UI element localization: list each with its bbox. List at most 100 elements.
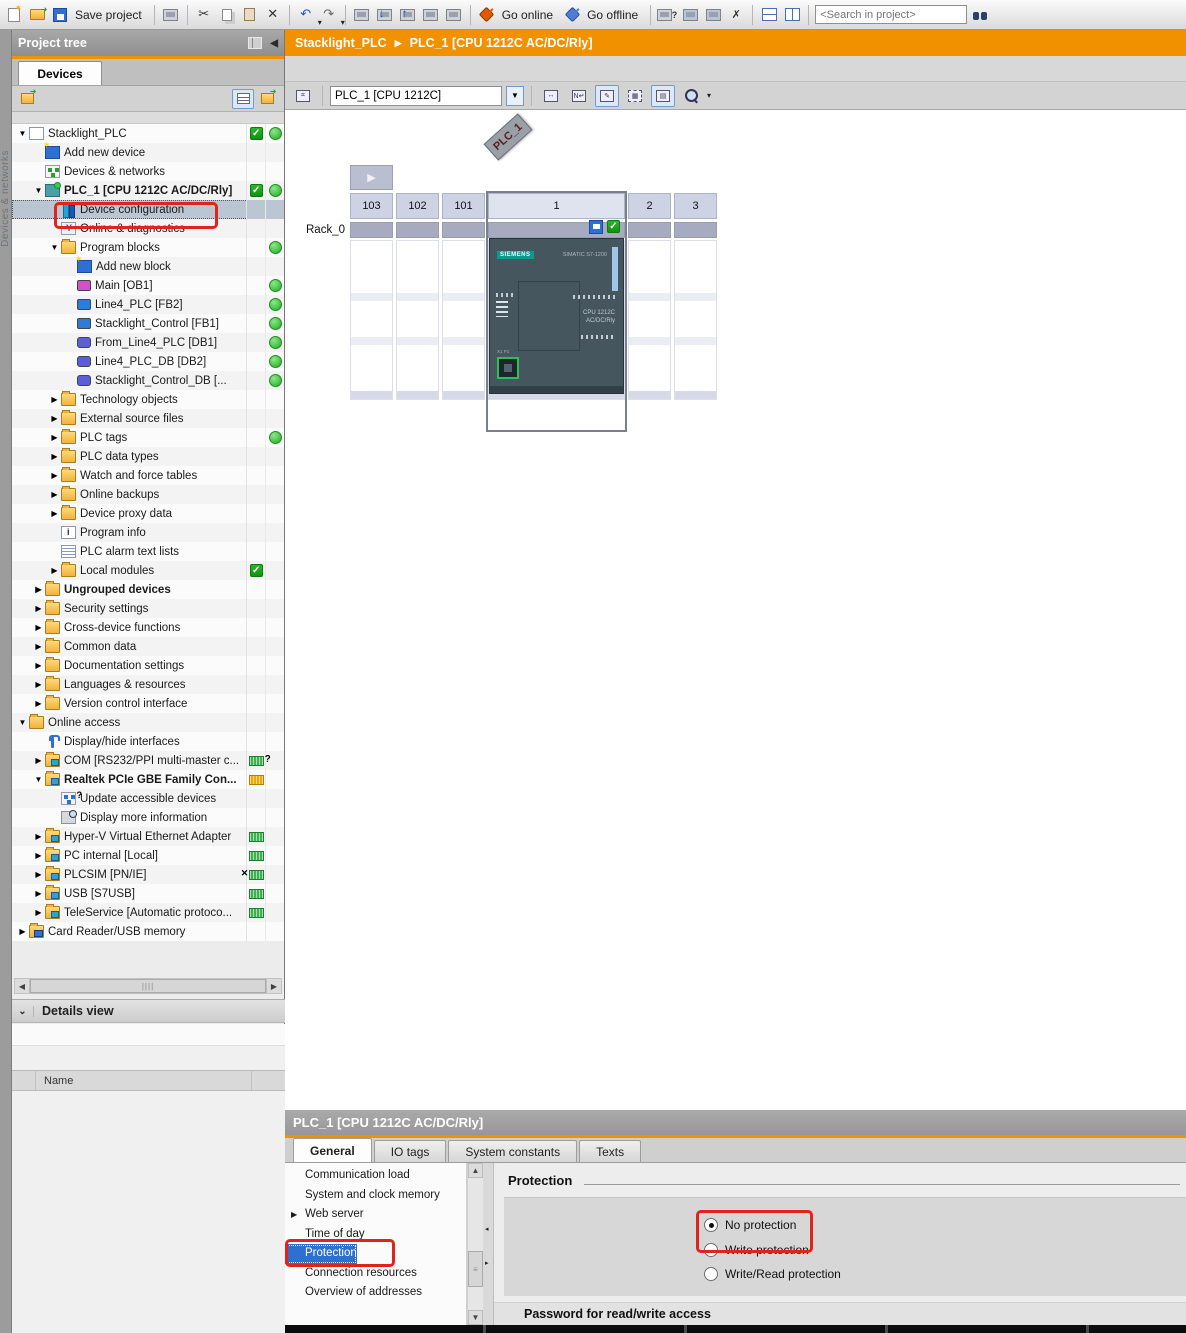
radio-button-icon[interactable] xyxy=(704,1218,718,1232)
tree-item[interactable]: Stacklight_Control_DB [... xyxy=(12,371,284,390)
tree-item[interactable]: ▶Watch and force tables xyxy=(12,466,284,485)
slot-cell[interactable] xyxy=(442,240,485,400)
cut-icon[interactable]: ✂ xyxy=(194,5,214,25)
tree-item[interactable]: ▼Stacklight_PLC✓ xyxy=(12,124,284,143)
expanded-arrow-icon[interactable]: ▼ xyxy=(32,775,45,784)
slot-cell[interactable] xyxy=(396,240,439,400)
radio-write-protection[interactable]: Write protection xyxy=(704,1243,809,1257)
tree-item[interactable]: Line4_PLC_DB [DB2] xyxy=(12,352,284,371)
tree-item[interactable]: ▶USB [S7USB] xyxy=(12,884,284,903)
collapsed-arrow-icon[interactable]: ▶ xyxy=(32,889,45,898)
tree-item[interactable]: ▶PLC data types xyxy=(12,447,284,466)
tree-item[interactable]: ▼Realtek PCIe GBE Family Con... xyxy=(12,770,284,789)
collapsed-arrow-icon[interactable]: ▶ xyxy=(32,832,45,841)
collapsed-arrow-icon[interactable]: ▶ xyxy=(32,585,45,594)
device-select-dropdown-icon[interactable]: ▼ xyxy=(506,86,524,106)
collapsed-arrow-icon[interactable]: ▶ xyxy=(48,490,61,499)
rack-expand-icon[interactable]: ▶ xyxy=(350,165,393,190)
slot-header[interactable]: 2 xyxy=(628,193,671,219)
start-simulation-icon[interactable] xyxy=(680,5,700,25)
tree-item[interactable]: ▶Device proxy data xyxy=(12,504,284,523)
find-in-project-icon[interactable] xyxy=(970,5,990,25)
breadcrumb-project[interactable]: Stacklight_PLC xyxy=(295,36,387,50)
expanded-arrow-icon[interactable]: ▼ xyxy=(16,718,29,727)
scroll-left-icon[interactable]: ◀ xyxy=(15,979,30,993)
tree-item[interactable]: ▼PLC_1 [CPU 1212C AC/DC/Rly]✓ xyxy=(12,181,284,200)
tree-item[interactable]: ▶Version control interface xyxy=(12,694,284,713)
collapsed-arrow-icon[interactable]: ▶ xyxy=(291,1205,297,1225)
scroll-down-icon[interactable]: ▼ xyxy=(468,1310,483,1325)
tree-item[interactable]: ▶PC internal [Local] xyxy=(12,846,284,865)
horizontal-split-icon[interactable] xyxy=(759,5,779,25)
tab-system-constants[interactable]: System constants xyxy=(448,1140,577,1162)
panel-windows-icon[interactable] xyxy=(248,37,262,49)
tree-item[interactable]: ▼Program blocks xyxy=(12,238,284,257)
measure-icon[interactable]: ↔ xyxy=(539,85,563,107)
tree-item[interactable]: Main [OB1] xyxy=(12,276,284,295)
tree-item[interactable]: Stacklight_Control [FB1] xyxy=(12,314,284,333)
tree-item[interactable]: Add new block xyxy=(12,257,284,276)
stop-cpu-icon[interactable] xyxy=(444,5,464,25)
stop-simulation-icon[interactable] xyxy=(703,5,723,25)
upload-from-device-icon[interactable] xyxy=(398,5,418,25)
tree-item[interactable]: ▼Online access xyxy=(12,713,284,732)
tree-details-view-icon[interactable] xyxy=(232,89,254,109)
cross-references-icon[interactable]: ✗ xyxy=(726,5,746,25)
tree-item[interactable]: Update accessible devices xyxy=(12,789,284,808)
radio-write-read-protection[interactable]: Write/Read protection xyxy=(704,1267,841,1281)
tree-item[interactable]: ▶PLC tags xyxy=(12,428,284,447)
nav-item-time-of-day[interactable]: Time of day xyxy=(285,1225,466,1245)
expanded-arrow-icon[interactable]: ▼ xyxy=(32,186,45,195)
slot-cell[interactable] xyxy=(674,240,717,400)
slot-cell[interactable] xyxy=(350,240,393,400)
slot-header[interactable]: 102 xyxy=(396,193,439,219)
collapsed-arrow-icon[interactable]: ▶ xyxy=(48,433,61,442)
search-input[interactable] xyxy=(815,5,967,24)
collapsed-arrow-icon[interactable]: ▶ xyxy=(48,452,61,461)
collapsed-arrow-icon[interactable]: ▶ xyxy=(32,870,45,879)
tree-item[interactable]: ▶Local modules✓ xyxy=(12,561,284,580)
tab-io-tags[interactable]: IO tags xyxy=(374,1140,447,1162)
edit-labels-icon[interactable]: ✎ xyxy=(595,85,619,107)
scroll-up-icon[interactable]: ▲ xyxy=(468,1163,483,1178)
breadcrumb-device[interactable]: PLC_1 [CPU 1212C AC/DC/Rly] xyxy=(410,36,593,50)
tree-item[interactable]: ▶Cross-device functions xyxy=(12,618,284,637)
show-labels-icon[interactable]: N↵ xyxy=(567,85,591,107)
tree-item[interactable]: ▶Ungrouped devices xyxy=(12,580,284,599)
tree-item[interactable]: ▶PLCSIM [PN/IE] xyxy=(12,865,284,884)
collapsed-arrow-icon[interactable]: ▶ xyxy=(32,642,45,651)
nav-scrollbar[interactable]: ▲ ≡ ▼ xyxy=(467,1163,483,1325)
radio-button-icon[interactable] xyxy=(704,1267,718,1281)
collapse-panel-icon[interactable]: ◀ xyxy=(270,38,278,49)
accessible-devices-icon[interactable]: ? xyxy=(657,5,677,25)
collapsed-arrow-icon[interactable]: ▶ xyxy=(32,908,45,917)
collapsed-arrow-icon[interactable]: ▶ xyxy=(32,851,45,860)
zoom-icon[interactable] xyxy=(679,85,703,107)
print-icon[interactable] xyxy=(161,5,181,25)
tree-item[interactable]: Display more information xyxy=(12,808,284,827)
slot-header[interactable]: 3 xyxy=(674,193,717,219)
collapsed-arrow-icon[interactable]: ▶ xyxy=(32,699,45,708)
expanded-arrow-icon[interactable]: ▼ xyxy=(48,243,61,252)
tree-item[interactable]: ▶Technology objects xyxy=(12,390,284,409)
go-online-button[interactable]: Go online xyxy=(502,8,553,22)
chevron-down-icon[interactable]: ⌄ xyxy=(12,1006,34,1017)
tree-item[interactable]: ▶Online backups xyxy=(12,485,284,504)
delete-icon[interactable]: ✕ xyxy=(263,5,283,25)
go-online-icon[interactable] xyxy=(477,5,497,25)
panel-splitter[interactable]: ◂▸ xyxy=(483,1163,494,1325)
go-offline-button[interactable]: Go offline xyxy=(587,8,638,22)
redo-icon[interactable]: ↷ xyxy=(319,5,339,25)
collapsed-arrow-icon[interactable]: ▶ xyxy=(16,927,29,936)
slot-cell[interactable] xyxy=(628,240,671,400)
undo-icon[interactable]: ↶ xyxy=(296,5,316,25)
tree-item[interactable]: PLC alarm text lists xyxy=(12,542,284,561)
topology-view-icon[interactable]: ⌗ xyxy=(291,85,315,107)
collapsed-arrow-icon[interactable]: ▶ xyxy=(32,604,45,613)
slot-header[interactable]: 101 xyxy=(442,193,485,219)
paste-icon[interactable] xyxy=(240,5,260,25)
details-view-header[interactable]: ⌄ Details view xyxy=(12,999,285,1023)
vertical-split-icon[interactable] xyxy=(782,5,802,25)
tab-general[interactable]: General xyxy=(293,1138,372,1162)
nav-item-connection-resources[interactable]: Connection resources xyxy=(285,1264,466,1284)
